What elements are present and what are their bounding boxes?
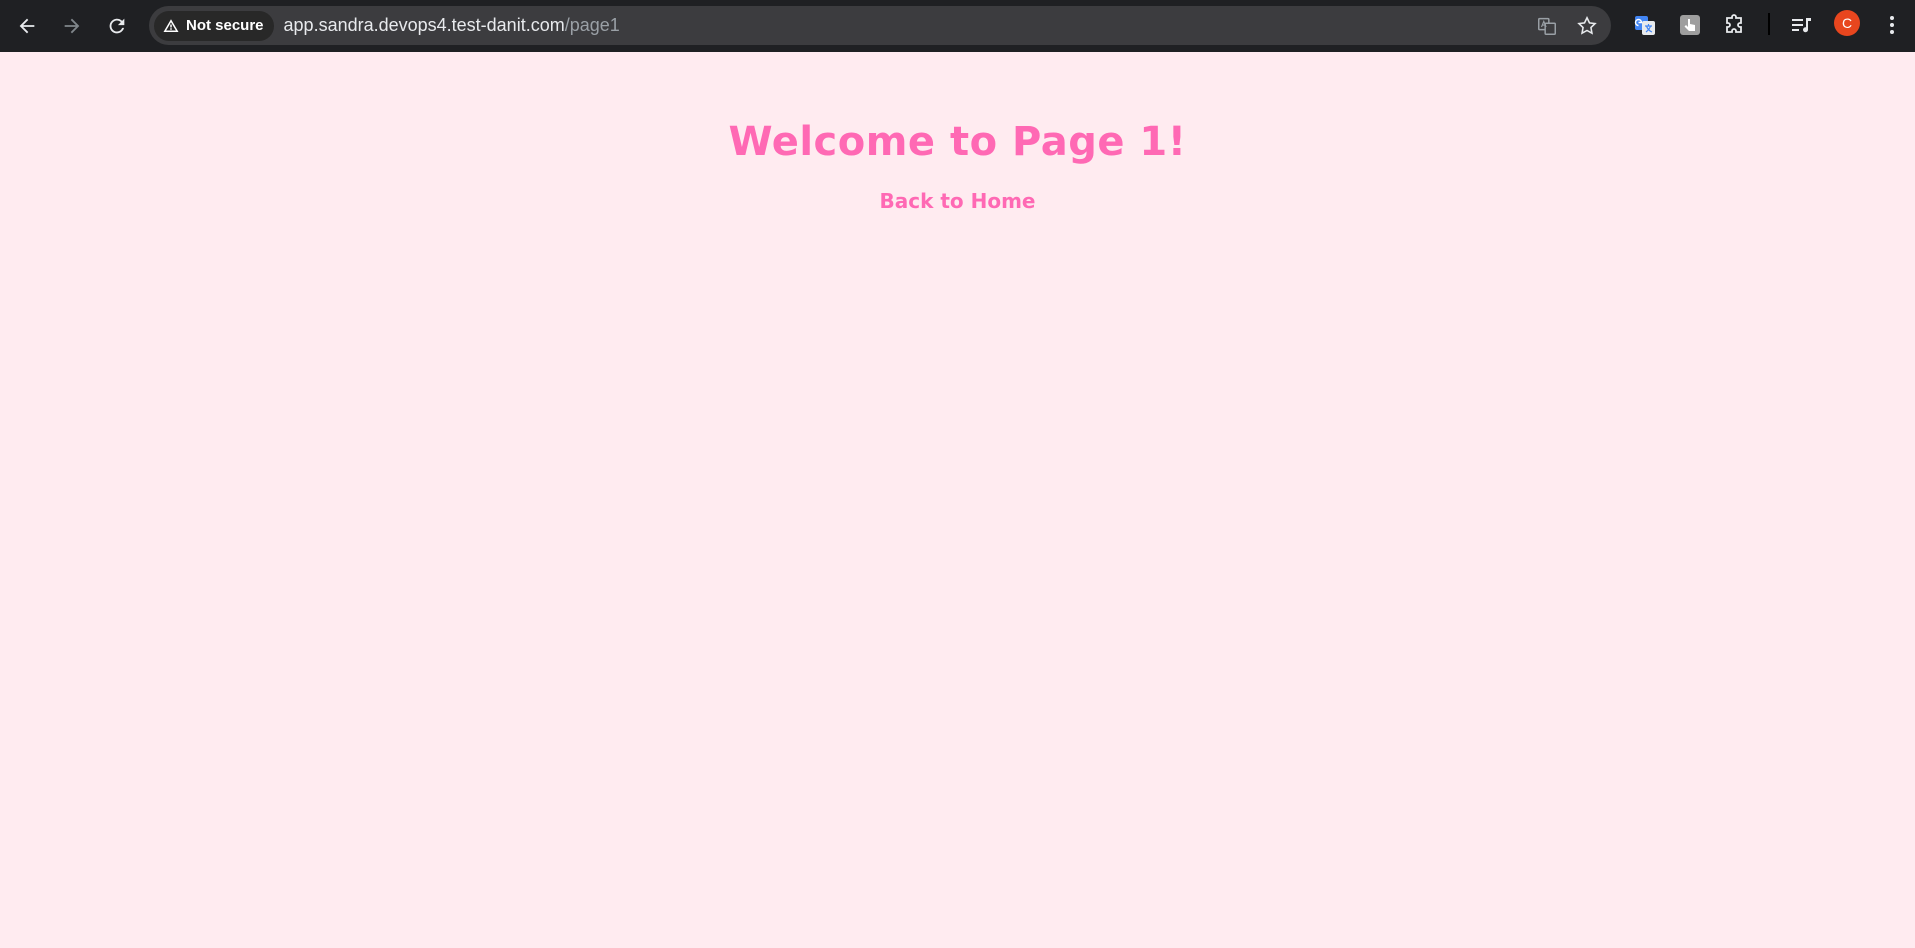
extension-translate[interactable]: [1630, 10, 1660, 40]
reload-button[interactable]: [99, 8, 135, 44]
url-path: /page1: [564, 15, 620, 35]
arrow-right-icon: [64, 18, 80, 34]
back-button[interactable]: [9, 8, 45, 44]
extensions-button[interactable]: [1720, 10, 1750, 40]
page-heading: Welcome to Page 1!: [728, 119, 1187, 165]
back-to-home-link[interactable]: Back to Home: [879, 189, 1035, 213]
forward-button[interactable]: [54, 8, 90, 44]
security-label: Not secure: [186, 17, 264, 34]
security-indicator[interactable]: Not secure: [154, 10, 274, 41]
playlist-icon: [1792, 18, 1811, 33]
google-translate-icon: [1634, 16, 1655, 35]
url-host: app.sandra.devops4.test-danit.com: [283, 15, 565, 35]
star-icon: [1577, 15, 1597, 35]
translate-button[interactable]: [1533, 12, 1561, 40]
toolbar-divider: [1768, 13, 1770, 35]
browser-toolbar: Not secure app.sandra.devops4.test-danit…: [0, 0, 1915, 52]
profile-avatar[interactable]: C: [1834, 10, 1860, 36]
reload-icon: [109, 18, 125, 34]
translate-icon: [1538, 17, 1556, 35]
page-content: Welcome to Page 1! Back to Home: [0, 52, 1915, 948]
address-bar[interactable]: Not secure app.sandra.devops4.test-danit…: [149, 6, 1611, 45]
extension-touch[interactable]: [1675, 10, 1705, 40]
bookmark-button[interactable]: [1573, 12, 1601, 40]
warning-icon: [163, 18, 179, 32]
puzzle-icon: [1726, 14, 1742, 33]
url-text[interactable]: app.sandra.devops4.test-danit.com/page1: [284, 15, 620, 36]
browser-menu-button[interactable]: [1877, 10, 1907, 40]
arrow-left-icon: [19, 18, 35, 34]
hand-pointer-icon: [1680, 15, 1700, 35]
media-controls-button[interactable]: [1786, 10, 1816, 40]
kebab-menu-icon: [1890, 16, 1894, 34]
